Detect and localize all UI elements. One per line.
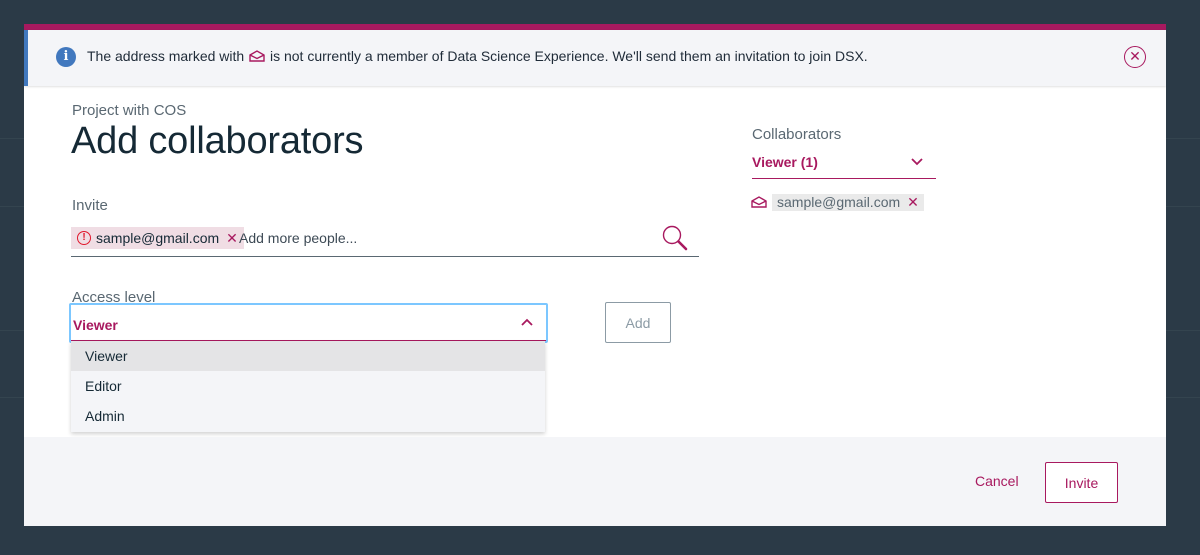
info-notification: i The address marked with is not current… xyxy=(24,30,1166,86)
envelope-icon xyxy=(751,196,767,208)
warning-icon: ! xyxy=(77,231,91,245)
collaborators-title: Collaborators xyxy=(752,126,842,143)
collaborators-filter-select[interactable]: Viewer (1) xyxy=(752,144,936,179)
search-icon[interactable] xyxy=(661,224,689,252)
dropdown-option-editor[interactable]: Editor xyxy=(71,371,545,401)
invite-button[interactable]: Invite xyxy=(1045,462,1118,503)
collaborator-item: sample@gmail.com ✕ xyxy=(751,193,924,211)
close-icon[interactable]: ✕ xyxy=(1124,46,1146,68)
notification-text-after: is not currently a member of Data Scienc… xyxy=(269,48,868,64)
collaborators-filter-value: Viewer (1) xyxy=(752,154,818,170)
collaborator-tag: sample@gmail.com ✕ xyxy=(772,193,924,211)
invite-label: Invite xyxy=(72,197,108,214)
invitee-tag-email: sample@gmail.com xyxy=(96,230,220,246)
add-collaborators-modal: i The address marked with is not current… xyxy=(24,24,1166,526)
invitee-tag: ! sample@gmail.com ✕ xyxy=(71,227,244,249)
envelope-icon xyxy=(249,50,265,62)
add-button[interactable]: Add xyxy=(605,302,671,343)
cancel-button[interactable]: Cancel xyxy=(975,469,1019,493)
chevron-up-icon xyxy=(521,318,533,326)
dropdown-option-viewer[interactable]: Viewer xyxy=(71,341,545,371)
remove-tag-icon[interactable]: ✕ xyxy=(226,230,238,247)
invite-field[interactable]: ! sample@gmail.com ✕ xyxy=(71,224,699,257)
access-level-value: Viewer xyxy=(73,317,118,333)
notification-text-before: The address marked with xyxy=(87,48,245,64)
project-name: Project with COS xyxy=(72,102,187,119)
invite-input[interactable] xyxy=(239,227,619,249)
access-level-dropdown: Viewer Editor Admin xyxy=(71,341,545,432)
info-icon: i xyxy=(56,47,76,67)
notification-text: The address marked with is not currently… xyxy=(87,48,868,64)
remove-collaborator-icon[interactable]: ✕ xyxy=(907,194,919,211)
collaborator-email: sample@gmail.com xyxy=(777,194,901,210)
modal-footer: Cancel Invite xyxy=(24,437,1166,526)
access-level-select[interactable]: Viewer xyxy=(69,303,548,343)
chevron-down-icon xyxy=(911,158,923,166)
page-title: Add collaborators xyxy=(71,120,364,162)
dropdown-option-admin[interactable]: Admin xyxy=(71,401,545,431)
